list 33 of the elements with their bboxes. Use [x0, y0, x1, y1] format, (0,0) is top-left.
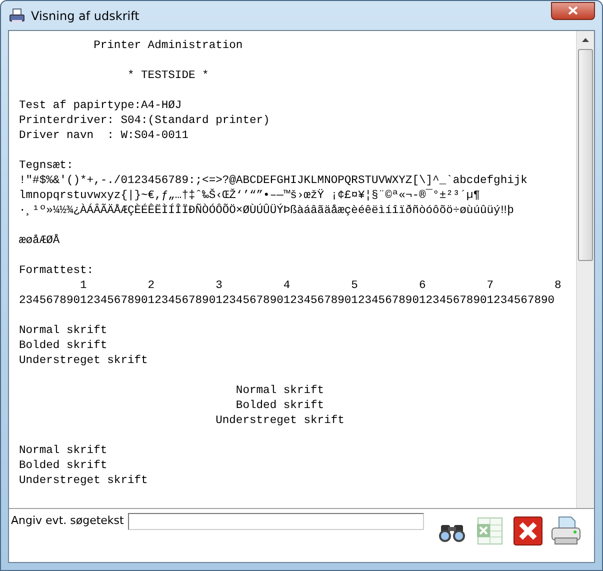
close-button[interactable] — [551, 2, 595, 20]
document-line: Understreget skrift — [19, 354, 149, 369]
document-line: Understreget skrift — [19, 474, 149, 489]
document-line: Test af papirtype:A4-HØJ — [19, 99, 183, 114]
search-label: Angiv evt. søgetekst — [11, 514, 124, 527]
scrollbar[interactable] — [576, 31, 594, 508]
document-line: 2345678901234567890123456789012345678901234567890123456789012345678901234567890 — [19, 294, 556, 309]
document-line: lmnopqrstuvwxyz{|}~€,ƒ„…†‡ˆ‰Š‹ŒŽ‘’“”•–—™š›œžŸ ¡¢£¤¥¦§¨©ª«¬-®¯°±²³´µ¶ — [19, 189, 481, 204]
document-line: Normal skrift — [19, 444, 108, 459]
up-arrow-icon[interactable] — [582, 38, 589, 42]
window-title: Visning af udskrift — [31, 8, 140, 22]
printer-icon[interactable] — [550, 515, 582, 547]
document-line: Printer Administration — [92, 39, 244, 54]
document-line: Printerdriver: S04:(Standard printer) — [19, 114, 271, 129]
document-line: æøåÆØÅ — [19, 234, 61, 249]
document-line: Bolded skrift — [19, 459, 108, 474]
document-line: Bolded skrift — [234, 399, 326, 414]
document-line: Bolded skrift — [19, 339, 108, 354]
document-line: Tegnsæt: — [19, 159, 74, 174]
document-line: Formattest: — [19, 264, 95, 279]
document-line: Normal skrift — [234, 384, 326, 399]
close-icon[interactable] — [512, 515, 544, 547]
document-line: !"#$%&'()*+,-./0123456789:;<=>?@ABCDEFGHIJKLMNOPQRSTUVWXYZ[\]^_`abcdefghijk — [19, 174, 528, 188]
scrollbar-thumb[interactable] — [578, 49, 593, 261]
search-field[interactable] — [128, 513, 424, 530]
document-line: Understreget skrift — [214, 414, 346, 429]
document-line: 1 2 3 4 5 6 7 8 — [79, 279, 562, 294]
printer-icon — [9, 8, 25, 24]
document-line: ·¸¹º»¼½¾¿ÀÁÂÃÄÅÆÇÈÉÊËÌÍÎÏÐÑÒÓÔÕÖ×ØÙÚÛÜÝÞßàáâãäåæçèéêëìíîïðñòóôõö÷øùúûüý‼þ — [19, 204, 515, 219]
document-line: * TESTSIDE * — [126, 69, 210, 84]
document-line: Driver navn : W:S04-0011 — [19, 129, 190, 144]
close-icon — [568, 6, 578, 15]
document-line: Normal skrift — [19, 324, 108, 339]
